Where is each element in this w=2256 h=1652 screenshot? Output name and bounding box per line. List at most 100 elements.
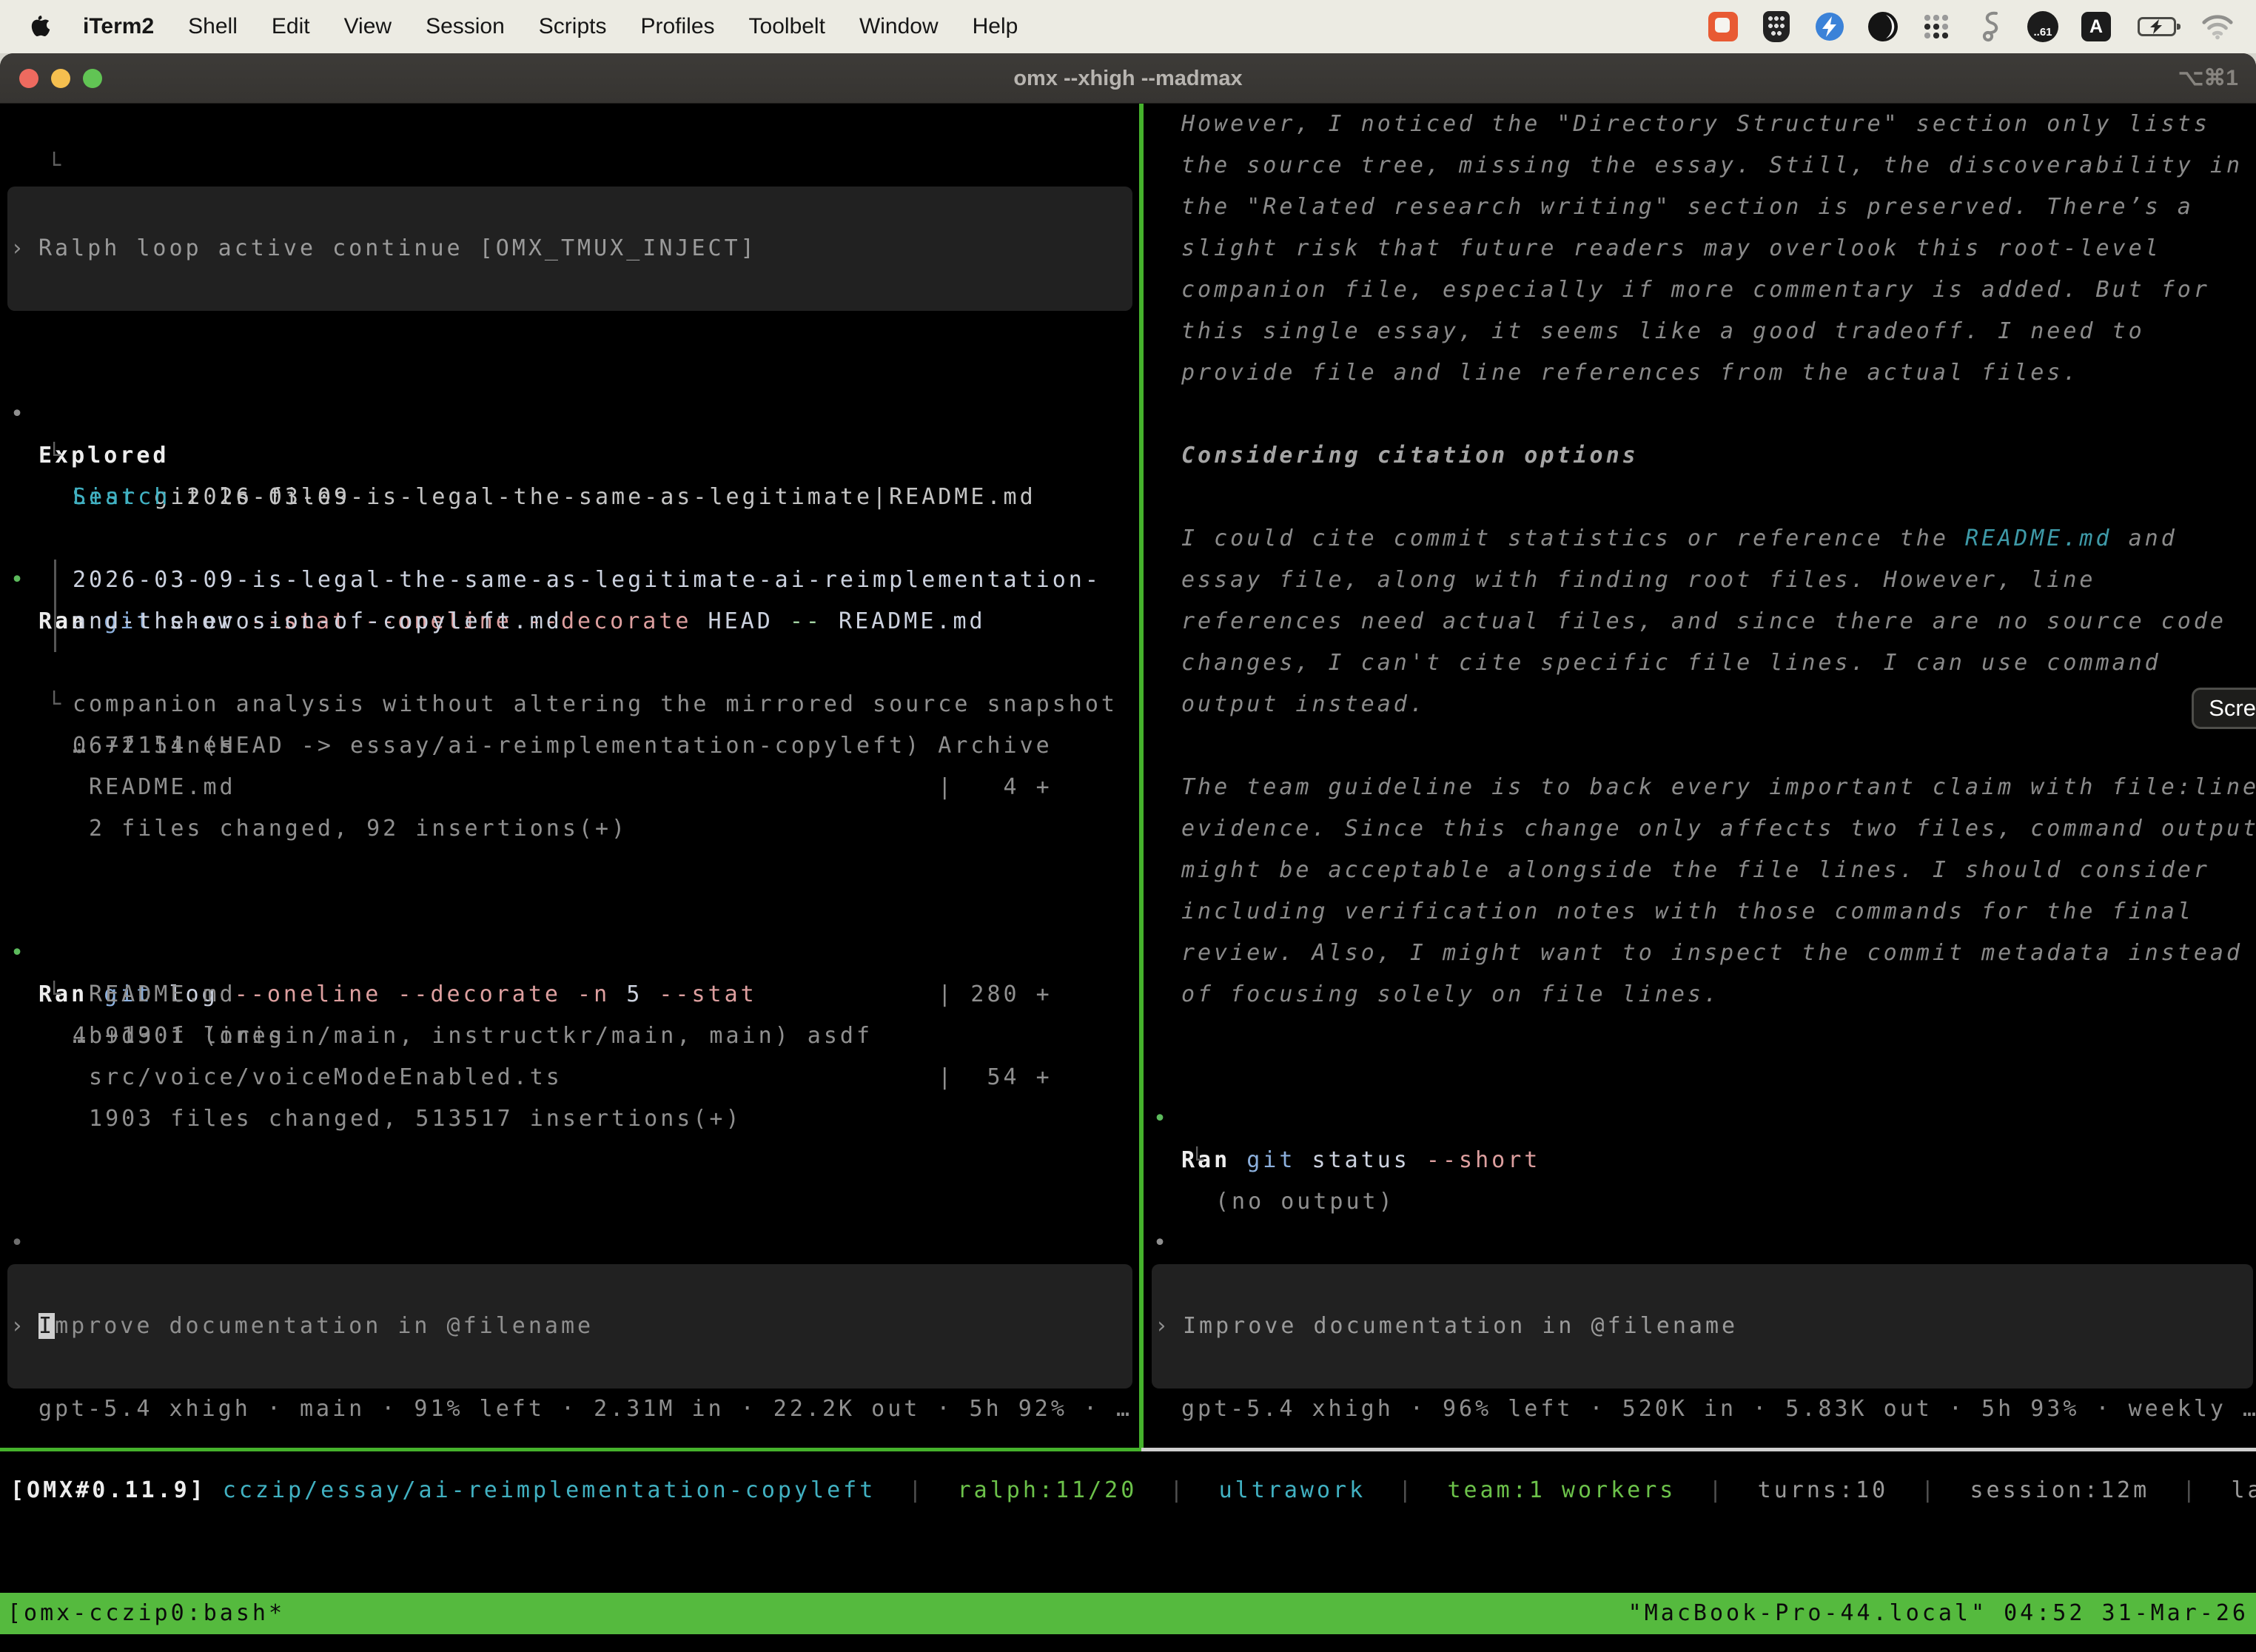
git-show-arg-wrap-2: and-the-erosion-of-copyleft.md bbox=[0, 601, 1140, 642]
separator: | bbox=[876, 1477, 957, 1503]
session-status-right: gpt-5.4 xhigh · 96% left · 520K in · 5.8… bbox=[1143, 1389, 2256, 1430]
tree-guide-line bbox=[54, 560, 56, 652]
menu-status-icons: ..61 A bbox=[1707, 10, 2256, 43]
menu-item-toolbelt[interactable]: Toolbelt bbox=[749, 14, 825, 39]
omx-team-workers: team:1 workers bbox=[1447, 1477, 1676, 1503]
git-log-stat-1: README.md | 280 + bbox=[0, 974, 1140, 1015]
text-cursor: I bbox=[38, 1313, 55, 1339]
git-show-output-3: … +2 lines bbox=[0, 725, 1140, 767]
bullet-icon: • bbox=[10, 1223, 27, 1264]
battery-icon[interactable] bbox=[2133, 10, 2181, 43]
git-log-stat-3: 1903 files changed, 513517 insertions(+) bbox=[0, 1098, 1140, 1140]
git-show-stat-2: 2 files changed, 92 insertions(+) bbox=[0, 808, 1140, 850]
prompt-text-left: Improve documentation in @filename bbox=[38, 1306, 594, 1347]
prompt-chevron: › bbox=[10, 1306, 27, 1347]
right-terminal-pane[interactable]: However, I noticed the "Directory Struct… bbox=[1143, 104, 2256, 1449]
squiggle-icon[interactable] bbox=[1973, 10, 2006, 43]
omx-ultrawork-badge: ultrawork bbox=[1219, 1477, 1366, 1503]
chat-icon[interactable] bbox=[1707, 10, 1739, 43]
git-log-output-2: … +1901 lines bbox=[0, 1015, 1140, 1057]
git-show-command-line: • Ran git show --stat --oneline --decora… bbox=[0, 518, 1140, 560]
omx-session-time: session:12m bbox=[1970, 1477, 2149, 1503]
menu-item-window[interactable]: Window bbox=[859, 14, 939, 39]
window-title: omx --xhigh --madmax bbox=[0, 53, 2256, 104]
prompt-chevron: › bbox=[10, 228, 27, 269]
git-show-stat-1: README.md | 4 + bbox=[0, 767, 1140, 808]
gauge-icon[interactable]: ..61 bbox=[2027, 10, 2059, 43]
separator: | bbox=[2149, 1477, 2231, 1503]
tmux-session-window[interactable]: [omx-cczip0:bash* bbox=[7, 1593, 285, 1634]
left-terminal-pane[interactable]: └ No agents completed yet › Ralph loop a… bbox=[0, 104, 1140, 1449]
reasoning-paragraph-2: I could cite commit statistics or refere… bbox=[1143, 518, 2256, 725]
menu-item-scripts[interactable]: Scripts bbox=[539, 14, 607, 39]
menu-item-view[interactable]: View bbox=[344, 14, 392, 39]
keyboard-layout-icon[interactable]: A bbox=[2080, 10, 2112, 43]
prompt-input-right[interactable]: › Improve documentation in @filename bbox=[1152, 1264, 2253, 1389]
menu-bar: iTerm2 Shell Edit View Session Scripts P… bbox=[0, 0, 2256, 53]
screen-share-overlay[interactable]: Scre bbox=[2192, 688, 2256, 729]
omx-status-bar: [OMX#0.11.9] cczip/essay/ai-reimplementa… bbox=[0, 1470, 2256, 1511]
separator: | bbox=[1137, 1477, 1218, 1503]
zoom-button[interactable] bbox=[83, 69, 102, 88]
window-title-bar[interactable]: omx --xhigh --madmax ⌥⌘1 bbox=[0, 53, 2256, 104]
omx-turns: turns:10 bbox=[1758, 1477, 1889, 1503]
reasoning-paragraph-3: The team guideline is to back every impo… bbox=[1143, 767, 2256, 1015]
git-show-output-1: └ 067f154 (HEAD -> essay/ai-reimplementa… bbox=[0, 642, 1140, 684]
minimize-button[interactable] bbox=[51, 69, 70, 88]
omx-branch-path: cczip/essay/ai-reimplementation-copyleft bbox=[207, 1477, 876, 1503]
menu-item-session[interactable]: Session bbox=[426, 14, 505, 39]
explored-search-line: Search 2026-03-09-is-legal-the-same-as-l… bbox=[0, 435, 1140, 477]
menu-items: iTerm2 Shell Edit View Session Scripts P… bbox=[83, 14, 1052, 39]
wifi-icon[interactable] bbox=[2201, 10, 2234, 43]
explored-header: • Explored bbox=[0, 352, 1140, 394]
dot-grid-icon[interactable] bbox=[1920, 10, 1953, 43]
menu-item-profiles[interactable]: Profiles bbox=[640, 14, 714, 39]
reasoning-heading: Considering citation options bbox=[1143, 435, 2256, 477]
git-show-arg-wrap-1: 2026-03-09-is-legal-the-same-as-legitima… bbox=[0, 560, 1140, 601]
shield-grid-icon[interactable] bbox=[1760, 10, 1793, 43]
tree-corner-glyph: └ bbox=[1190, 1140, 1206, 1181]
pane-border-bottom-left bbox=[0, 1448, 1141, 1451]
pane-divider-vertical[interactable] bbox=[1139, 104, 1144, 1449]
keyboard-layout-label: A bbox=[2081, 12, 2111, 41]
omx-version: [OMX#0.11.9] bbox=[10, 1477, 207, 1503]
prompt-input-left[interactable]: › Improve documentation in @filename bbox=[7, 1264, 1132, 1389]
tmux-status-bar: [omx-cczip0:bash* "MacBook-Pro-44.local"… bbox=[0, 1593, 2256, 1634]
apple-menu-icon[interactable] bbox=[28, 12, 53, 41]
omx-last-activity: last:5m ago bbox=[2231, 1477, 2256, 1503]
git-log-command-line: • Ran git log --oneline --decorate -n 5 … bbox=[0, 891, 1140, 933]
readme-link[interactable]: README.md bbox=[1965, 526, 2112, 551]
waiting-status-line: • Waiting for background terminal (1m 41… bbox=[1143, 1181, 2256, 1223]
separator: | bbox=[1676, 1477, 1757, 1503]
tmux-host-clock: "MacBook-Pro-44.local" 04:52 31-Mar-26 bbox=[1628, 1593, 2249, 1634]
crescent-icon[interactable] bbox=[1867, 10, 1899, 43]
menu-item-iterm2[interactable]: iTerm2 bbox=[83, 14, 154, 39]
menu-item-help[interactable]: Help bbox=[973, 14, 1018, 39]
iterm2-window: omx --xhigh --madmax ⌥⌘1 └ No agents com… bbox=[0, 53, 2256, 1652]
tree-corner-glyph: └ bbox=[47, 145, 64, 187]
prompt-text-right: Improve documentation in @filename bbox=[1183, 1306, 1738, 1347]
explored-list-line: └ List git ls-files bbox=[0, 394, 1140, 435]
git-log-stat-2: src/voice/voiceModeEnabled.ts | 54 + bbox=[0, 1057, 1140, 1098]
pane-border-bottom-right bbox=[1141, 1448, 2256, 1451]
hexagon-bolt-icon[interactable] bbox=[1813, 10, 1846, 43]
omx-ralph-counter: ralph:11/20 bbox=[958, 1477, 1138, 1503]
prompt-chevron: › bbox=[1155, 1306, 1171, 1347]
explored-search-text: Search 2026-03-09-is-legal-the-same-as-l… bbox=[73, 477, 1036, 518]
inject-input-box[interactable]: › Ralph loop active continue [OMX_TMUX_I… bbox=[7, 187, 1132, 311]
bullet-icon: • bbox=[1153, 1223, 1169, 1264]
git-log-output-1: └ 4b9d30f (origin/main, instructkr/main,… bbox=[0, 933, 1140, 974]
separator: | bbox=[1888, 1477, 1970, 1503]
separator: | bbox=[1366, 1477, 1447, 1503]
inject-text: Ralph loop active continue [OMX_TMUX_INJ… bbox=[38, 228, 757, 269]
gauge-label: ..61 bbox=[2027, 11, 2058, 42]
working-status-line: • Working (11m 13s • esc to interrupt) ·… bbox=[0, 1181, 1140, 1223]
git-show-output-2: companion analysis without altering the … bbox=[0, 684, 1140, 725]
reasoning-paragraph-1: However, I noticed the "Directory Struct… bbox=[1143, 104, 2256, 394]
menu-item-shell[interactable]: Shell bbox=[188, 14, 238, 39]
agents-note-line: └ No agents completed yet bbox=[0, 104, 1140, 145]
menu-item-edit[interactable]: Edit bbox=[272, 14, 310, 39]
close-button[interactable] bbox=[19, 69, 38, 88]
traffic-lights bbox=[19, 69, 102, 88]
git-status-command-line: • Ran git status --short bbox=[1143, 1057, 2256, 1098]
